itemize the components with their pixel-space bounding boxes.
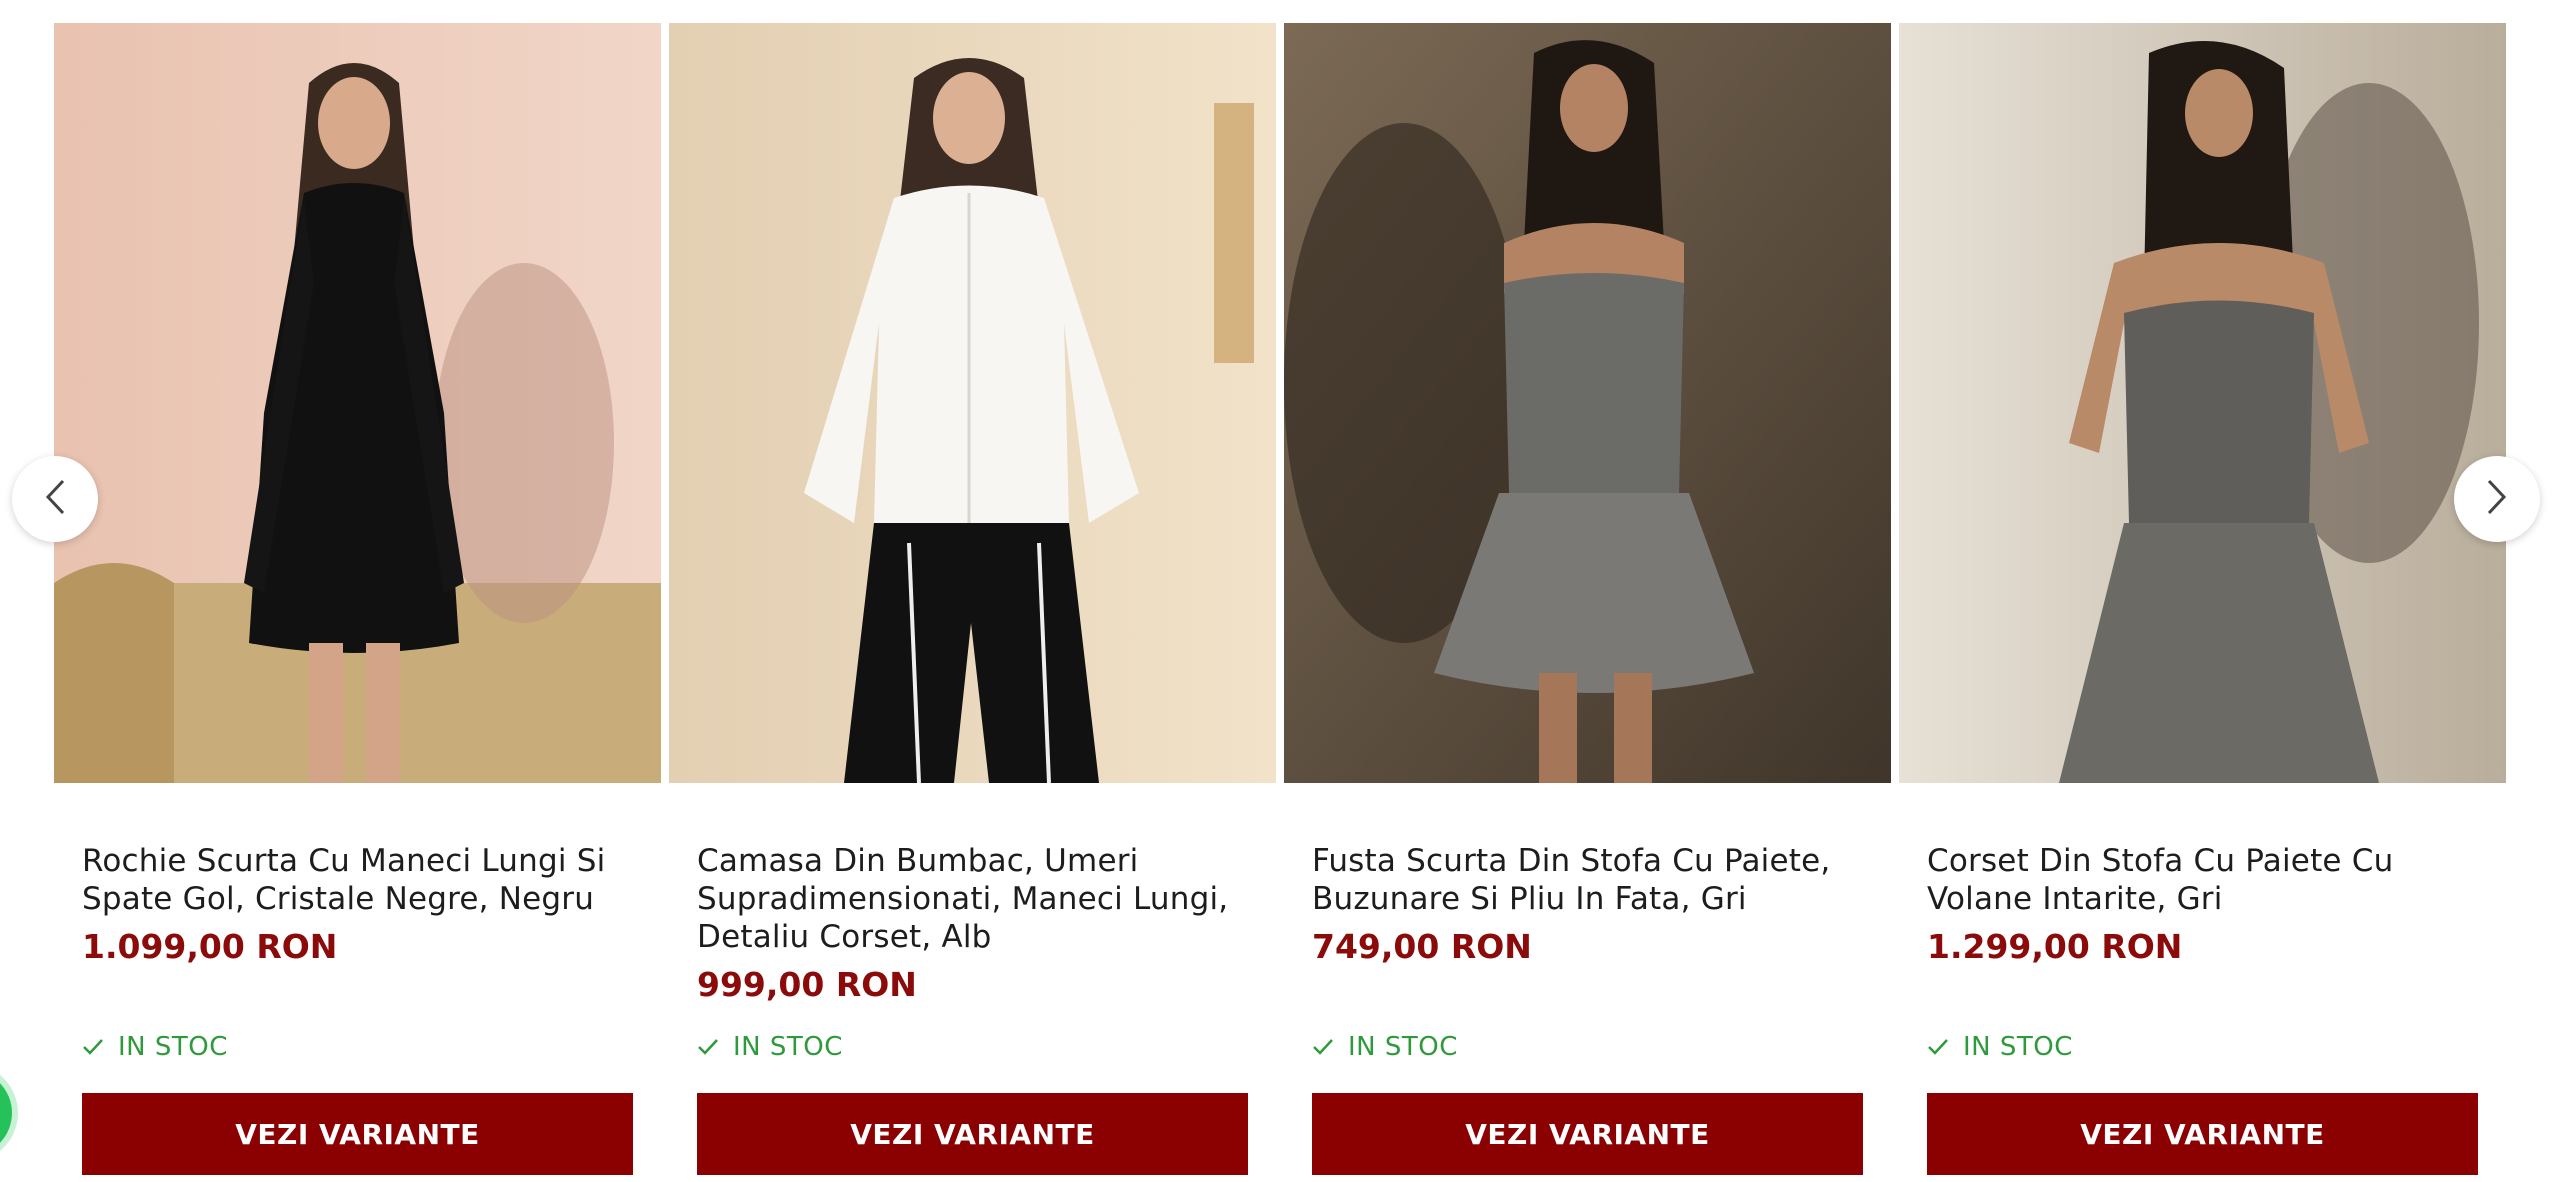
view-variants-button[interactable]: VEZI VARIANTE (1312, 1093, 1863, 1175)
stock-label: IN STOC (1963, 1032, 2073, 1062)
carousel-track: Rochie Scurta Cu Maneci Lungi Si Spate G… (54, 23, 2506, 1175)
product-price: 749,00 RON (1312, 927, 1532, 966)
product-price: 999,00 RON (697, 965, 917, 1004)
product-info: Rochie Scurta Cu Maneci Lungi Si Spate G… (54, 783, 661, 1175)
view-variants-button[interactable]: VEZI VARIANTE (697, 1093, 1248, 1175)
stock-status: IN STOC (82, 1032, 228, 1062)
check-icon (697, 1038, 719, 1056)
check-icon (1927, 1038, 1949, 1056)
product-image[interactable] (1284, 23, 1891, 783)
stock-status: IN STOC (1312, 1032, 1458, 1062)
view-variants-button[interactable]: VEZI VARIANTE (82, 1093, 633, 1175)
product-image[interactable] (669, 23, 1276, 783)
product-carousel: Rochie Scurta Cu Maneci Lungi Si Spate G… (0, 0, 2560, 1182)
product-price: 1.299,00 RON (1927, 927, 2183, 966)
product-info: Fusta Scurta Din Stofa Cu Paiete, Buzuna… (1284, 783, 1891, 1175)
stock-label: IN STOC (1348, 1032, 1458, 1062)
product-price: 1.099,00 RON (82, 927, 338, 966)
view-variants-button[interactable]: VEZI VARIANTE (1927, 1093, 2478, 1175)
chevron-right-icon (2485, 477, 2509, 521)
product-title[interactable]: Camasa Din Bumbac, Umeri Supradimensiona… (697, 783, 1248, 956)
whatsapp-icon[interactable] (0, 1070, 12, 1156)
product-image[interactable] (54, 23, 661, 783)
product-title[interactable]: Corset Din Stofa Cu Paiete Cu Volane Int… (1927, 783, 2478, 918)
stock-status: IN STOC (1927, 1032, 2073, 1062)
stock-label: IN STOC (118, 1032, 228, 1062)
carousel-prev-button[interactable] (12, 456, 98, 542)
carousel-next-button[interactable] (2454, 456, 2540, 542)
product-image[interactable] (1899, 23, 2506, 783)
product-info: Camasa Din Bumbac, Umeri Supradimensiona… (669, 783, 1276, 1175)
product-card: Rochie Scurta Cu Maneci Lungi Si Spate G… (54, 23, 661, 1175)
product-title[interactable]: Fusta Scurta Din Stofa Cu Paiete, Buzuna… (1312, 783, 1863, 918)
stock-label: IN STOC (733, 1032, 843, 1062)
product-card: Camasa Din Bumbac, Umeri Supradimensiona… (669, 23, 1276, 1175)
check-icon (1312, 1038, 1334, 1056)
product-title[interactable]: Rochie Scurta Cu Maneci Lungi Si Spate G… (82, 783, 633, 918)
check-icon (82, 1038, 104, 1056)
chevron-left-icon (43, 477, 67, 521)
product-card: Corset Din Stofa Cu Paiete Cu Volane Int… (1899, 23, 2506, 1175)
product-info: Corset Din Stofa Cu Paiete Cu Volane Int… (1899, 783, 2506, 1175)
stock-status: IN STOC (697, 1032, 843, 1062)
product-card: Fusta Scurta Din Stofa Cu Paiete, Buzuna… (1284, 23, 1891, 1175)
